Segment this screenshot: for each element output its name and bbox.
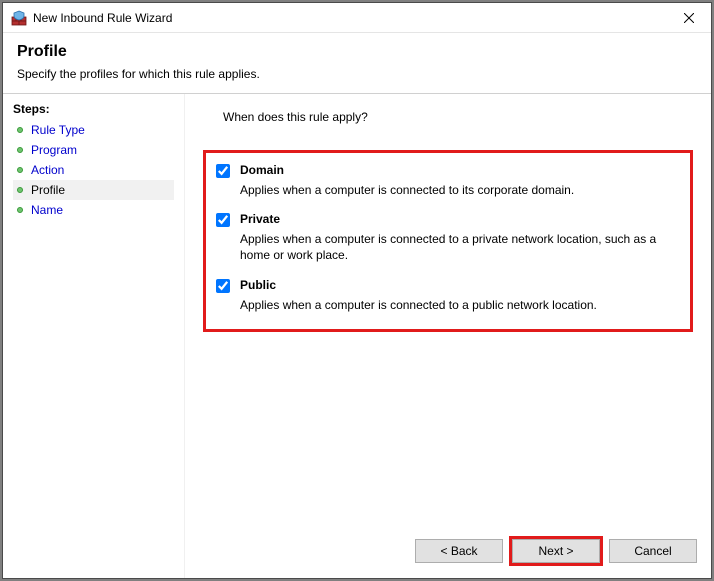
step-action[interactable]: Action [13,160,174,180]
wizard-content: When does this rule apply? Domain Applie… [185,94,711,578]
profile-domain-desc: Applies when a computer is connected to … [240,182,680,198]
profile-public-desc: Applies when a computer is connected to … [240,297,680,313]
step-rule-type[interactable]: Rule Type [13,120,174,140]
content-question: When does this rule apply? [223,110,689,124]
profile-domain-row: Domain [216,163,680,178]
step-program[interactable]: Program [13,140,174,160]
step-bullet-icon [17,127,23,133]
profile-domain-checkbox[interactable] [216,164,230,178]
close-icon [684,13,694,23]
profile-private-checkbox[interactable] [216,213,230,227]
steps-heading: Steps: [13,100,174,120]
profile-public-row: Public [216,278,680,293]
step-bullet-icon [17,167,23,173]
step-label: Name [31,203,63,217]
profile-public-label[interactable]: Public [240,278,276,292]
step-label: Program [31,143,77,157]
step-name[interactable]: Name [13,200,174,220]
steps-sidebar: Steps: Rule Type Program Action Profile … [3,94,185,578]
page-subtitle: Specify the profiles for which this rule… [17,67,697,81]
wizard-body: Steps: Rule Type Program Action Profile … [3,94,711,578]
page-title: Profile [17,43,697,61]
profile-private-label[interactable]: Private [240,212,280,226]
window-title: New Inbound Rule Wizard [33,11,172,25]
back-button[interactable]: < Back [415,539,503,563]
profile-private-desc: Applies when a computer is connected to … [240,231,680,263]
step-profile[interactable]: Profile [13,180,174,200]
step-bullet-icon [17,187,23,193]
profile-private-row: Private [216,212,680,227]
titlebar: New Inbound Rule Wizard [3,3,711,33]
wizard-header: Profile Specify the profiles for which t… [3,33,711,93]
step-label: Action [31,163,64,177]
profile-public-checkbox[interactable] [216,279,230,293]
step-bullet-icon [17,147,23,153]
wizard-window: New Inbound Rule Wizard Profile Specify … [2,2,712,579]
cancel-button[interactable]: Cancel [609,539,697,563]
next-button[interactable]: Next > [512,539,600,563]
profile-domain-label[interactable]: Domain [240,163,284,177]
firewall-wizard-icon [11,10,27,26]
step-label: Profile [31,183,65,197]
step-bullet-icon [17,207,23,213]
profiles-highlight: Domain Applies when a computer is connec… [203,150,693,332]
step-label: Rule Type [31,123,85,137]
wizard-button-bar: < Back Next > Cancel [415,536,697,566]
next-button-highlight: Next > [509,536,603,566]
close-button[interactable] [666,3,711,32]
